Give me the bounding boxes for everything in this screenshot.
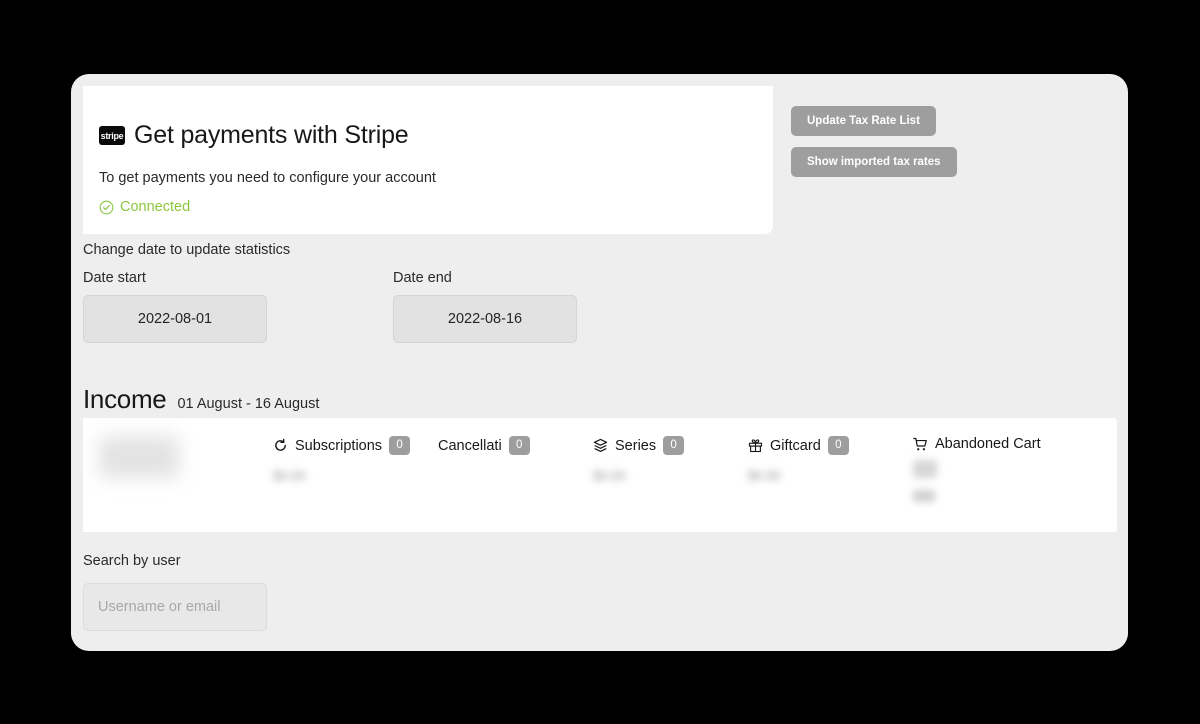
stat-badge-giftcard: 0 <box>827 436 849 455</box>
stripe-subtitle: To get payments you need to configure yo… <box>99 170 436 186</box>
stat-value-abandoned-cart-primary <box>913 460 937 478</box>
stat-badge-subscriptions: 0 <box>389 436 411 455</box>
date-end-label: Date end <box>393 270 452 286</box>
date-end-input[interactable] <box>393 295 577 343</box>
date-start-input[interactable] <box>83 295 267 343</box>
app-panel: stripe Get payments with Stripe To get p… <box>71 74 1128 651</box>
date-fields: Date start Date end <box>83 270 703 343</box>
change-date-label: Change date to update statistics <box>83 242 291 258</box>
date-start-group: Date start <box>83 270 393 343</box>
show-imported-tax-rates-button[interactable]: Show imported tax rates <box>791 147 957 177</box>
date-start-label: Date start <box>83 270 146 286</box>
stat-col-subscriptions: Subscriptions 0 $0.00 <box>273 434 438 532</box>
refresh-icon <box>275 438 286 451</box>
stat-label-giftcard: Giftcard <box>770 437 821 454</box>
stat-value-series: $0.00 <box>593 468 626 483</box>
stat-value-subscriptions: $0.00 <box>273 468 306 483</box>
avatar <box>99 436 179 478</box>
stripe-connect-card: stripe Get payments with Stripe To get p… <box>83 86 773 234</box>
income-date-range: 01 August - 16 August <box>177 396 320 412</box>
stat-label-subscriptions: Subscriptions <box>295 437 383 454</box>
stat-header-subscriptions: Subscriptions 0 <box>273 436 411 455</box>
circle-check-icon <box>99 200 114 214</box>
layers-icon <box>593 438 608 453</box>
stripe-title-row: stripe Get payments with Stripe <box>99 121 409 150</box>
stat-col-abandoned-cart: Abandoned Cart <box>913 434 1093 532</box>
stat-header-abandoned-cart: Abandoned Cart <box>913 436 1041 452</box>
stat-label-cancellations: Cancellati <box>438 437 502 454</box>
stat-label-series: Series <box>615 437 657 454</box>
stat-col-avatar <box>83 434 273 532</box>
stat-header-giftcard: Giftcard 0 <box>748 436 849 455</box>
stat-header-cancellations: Cancellati 0 <box>438 436 530 455</box>
status-badge: Connected <box>99 199 190 215</box>
stat-col-giftcard: Giftcard 0 $0.00 <box>748 434 913 532</box>
stat-col-cancellations: Cancellati 0 <box>438 434 593 532</box>
stat-badge-cancellations: 0 <box>508 436 530 455</box>
income-heading: Income 01 August - 16 August <box>83 384 319 415</box>
stripe-logo-icon: stripe <box>99 126 125 145</box>
income-stats-card: Subscriptions 0 $0.00 Cancellati 0 Serie… <box>83 418 1117 532</box>
status-label: Connected <box>120 199 191 215</box>
update-tax-rate-list-button[interactable]: Update Tax Rate List <box>791 106 936 136</box>
stat-value-giftcard: $0.00 <box>748 468 781 483</box>
tax-rate-actions: Update Tax Rate List Show imported tax r… <box>791 106 957 177</box>
gift-icon <box>748 439 763 453</box>
stat-header-series: Series 0 <box>593 436 685 455</box>
stat-label-abandoned-cart: Abandoned Cart <box>935 436 1041 452</box>
income-title: Income <box>83 384 167 414</box>
stat-badge-series: 0 <box>663 436 685 455</box>
shopping-cart-icon <box>913 437 927 450</box>
stat-col-series: Series 0 $0.00 <box>593 434 748 532</box>
date-end-group: Date end <box>393 270 703 343</box>
stat-value-abandoned-cart-secondary <box>913 490 935 502</box>
page-title: Get payments with Stripe <box>134 121 409 149</box>
search-input[interactable] <box>83 583 267 631</box>
search-by-user-label: Search by user <box>83 553 181 569</box>
